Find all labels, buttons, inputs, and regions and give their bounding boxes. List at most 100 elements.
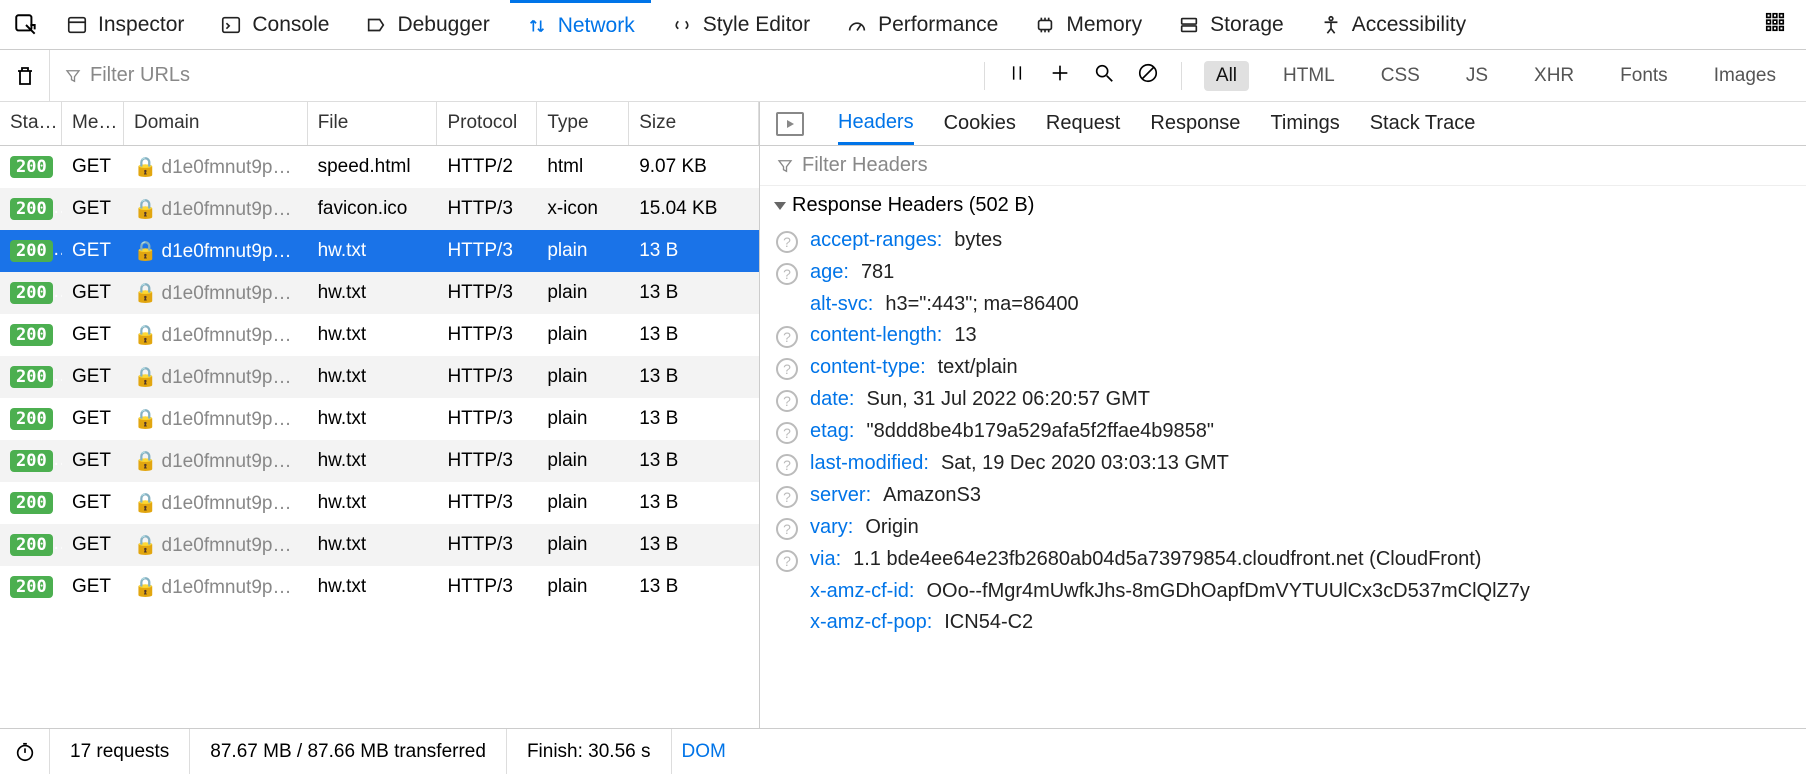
- performance-analysis-button[interactable]: [0, 729, 50, 774]
- lock-icon: 🔒: [134, 535, 158, 556]
- search-button[interactable]: [1093, 62, 1115, 89]
- request-row[interactable]: 200GET🔒d1e0fmnut9p…hw.txtHTTP/3plain13 B: [0, 398, 759, 440]
- col-type[interactable]: Type: [537, 102, 629, 145]
- col-status[interactable]: Sta…: [0, 102, 62, 145]
- cell-domain: 🔒d1e0fmnut9p…: [124, 155, 308, 179]
- details-tab-stack-trace[interactable]: Stack Trace: [1370, 102, 1476, 145]
- cell-domain: 🔒d1e0fmnut9p…: [124, 533, 308, 557]
- help-icon[interactable]: ?: [776, 518, 798, 540]
- filter-headers-placeholder: Filter Headers: [802, 154, 928, 177]
- more-tools-button[interactable]: [1750, 11, 1800, 38]
- header-value: ICN54-C2: [944, 611, 1033, 634]
- cell-type: plain: [537, 534, 629, 556]
- col-domain[interactable]: Domain: [124, 102, 308, 145]
- header-value: h3=":443"; ma=86400: [885, 293, 1078, 316]
- tab-label: Network: [558, 14, 635, 38]
- lock-icon: 🔒: [134, 451, 158, 472]
- tab-storage[interactable]: Storage: [1162, 0, 1300, 50]
- cell-type: plain: [537, 240, 629, 262]
- header-name: alt-svc:: [810, 293, 873, 316]
- help-icon[interactable]: ?: [776, 358, 798, 380]
- pause-button[interactable]: [1007, 63, 1027, 88]
- separator: [984, 62, 985, 90]
- request-row[interactable]: 200GET🔒d1e0fmnut9p…hw.txtHTTP/3plain13 B: [0, 524, 759, 566]
- tab-inspector[interactable]: Inspector: [50, 0, 200, 50]
- details-tab-cookies[interactable]: Cookies: [944, 102, 1016, 145]
- help-icon[interactable]: ?: [776, 486, 798, 508]
- cell-protocol: HTTP/3: [437, 282, 537, 304]
- cell-type: plain: [537, 408, 629, 430]
- tab-debugger[interactable]: Debugger: [349, 0, 505, 50]
- request-row[interactable]: 200GET🔒d1e0fmnut9p…favicon.icoHTTP/3x-ic…: [0, 188, 759, 230]
- header-name: accept-ranges:: [810, 229, 942, 252]
- col-file[interactable]: File: [308, 102, 438, 145]
- request-row[interactable]: 200GET🔒d1e0fmnut9p…hw.txtHTTP/3plain13 B: [0, 440, 759, 482]
- cell-file: hw.txt: [308, 282, 438, 304]
- help-icon[interactable]: ?: [776, 422, 798, 444]
- storage-icon: [1178, 14, 1200, 36]
- filter-urls-input[interactable]: Filter URLs: [50, 64, 966, 87]
- tab-memory[interactable]: Memory: [1018, 0, 1158, 50]
- col-size[interactable]: Size: [629, 102, 759, 145]
- request-row[interactable]: 200GET🔒d1e0fmnut9p…hw.txtHTTP/3plain13 B: [0, 314, 759, 356]
- filter-chip-fonts[interactable]: Fonts: [1608, 61, 1680, 91]
- lock-icon: 🔒: [134, 157, 158, 178]
- request-row[interactable]: 200GET🔒d1e0fmnut9p…hw.txtHTTP/3plain13 B: [0, 482, 759, 524]
- toggle-raw-button[interactable]: [776, 112, 804, 136]
- add-button[interactable]: [1049, 62, 1071, 89]
- accessibility-icon: [1320, 14, 1342, 36]
- tab-label: Debugger: [397, 13, 489, 37]
- lock-icon: 🔒: [134, 493, 158, 514]
- help-icon[interactable]: ?: [776, 263, 798, 285]
- col-protocol[interactable]: Protocol: [437, 102, 537, 145]
- funnel-icon: [776, 157, 794, 175]
- devtools-tab-bar: Inspector Console Debugger Network Style…: [0, 0, 1806, 50]
- cell-domain: 🔒d1e0fmnut9p…: [124, 491, 308, 515]
- element-picker-button[interactable]: [6, 12, 46, 38]
- cell-method: GET: [62, 240, 124, 262]
- tab-accessibility[interactable]: Accessibility: [1304, 0, 1482, 50]
- status-requests: 17 requests: [50, 729, 190, 774]
- tab-network[interactable]: Network: [510, 0, 651, 50]
- clear-button[interactable]: [0, 50, 50, 101]
- header-value: Sat, 19 Dec 2020 03:03:13 GMT: [941, 452, 1229, 475]
- status-bar: 17 requests 87.67 MB / 87.66 MB transfer…: [0, 728, 1806, 774]
- status-code: 200: [10, 492, 53, 514]
- status-code: 200: [10, 282, 53, 304]
- filter-chip-html[interactable]: HTML: [1271, 61, 1347, 91]
- toolbar-right: All HTML CSS JS XHR Fonts Images: [966, 61, 1806, 91]
- filter-chip-all[interactable]: All: [1204, 61, 1249, 91]
- request-row[interactable]: 200GET🔒d1e0fmnut9p…speed.htmlHTTP/2html9…: [0, 146, 759, 188]
- help-icon[interactable]: ?: [776, 454, 798, 476]
- details-tab-timings[interactable]: Timings: [1270, 102, 1339, 145]
- cell-method: GET: [62, 156, 124, 178]
- help-icon[interactable]: ?: [776, 231, 798, 253]
- header-row: ?vary: Origin: [776, 512, 1790, 544]
- filter-chip-images[interactable]: Images: [1702, 61, 1788, 91]
- status-transferred: 87.67 MB / 87.66 MB transferred: [190, 729, 507, 774]
- request-row[interactable]: 200GET🔒d1e0fmnut9p…hw.txtHTTP/3plain13 B: [0, 272, 759, 314]
- help-icon[interactable]: ?: [776, 326, 798, 348]
- help-icon[interactable]: ?: [776, 550, 798, 572]
- details-tab-headers[interactable]: Headers: [838, 102, 914, 145]
- request-row[interactable]: 200GET🔒d1e0fmnut9p…hw.txtHTTP/3plain13 B: [0, 230, 759, 272]
- tab-performance[interactable]: Performance: [830, 0, 1014, 50]
- cell-method: GET: [62, 282, 124, 304]
- filter-chip-css[interactable]: CSS: [1369, 61, 1432, 91]
- tab-style-editor[interactable]: Style Editor: [655, 0, 826, 50]
- request-row[interactable]: 200GET🔒d1e0fmnut9p…hw.txtHTTP/3plain13 B: [0, 566, 759, 608]
- details-tab-request[interactable]: Request: [1046, 102, 1121, 145]
- help-icon[interactable]: ?: [776, 390, 798, 412]
- request-list-panel: Sta… Me… Domain File Protocol Type Size …: [0, 102, 760, 728]
- request-row[interactable]: 200GET🔒d1e0fmnut9p…hw.txtHTTP/3plain13 B: [0, 356, 759, 398]
- col-method[interactable]: Me…: [62, 102, 124, 145]
- tab-console[interactable]: Console: [204, 0, 345, 50]
- block-button[interactable]: [1137, 62, 1159, 89]
- style-editor-icon: [671, 14, 693, 36]
- filter-chip-js[interactable]: JS: [1454, 61, 1500, 91]
- details-tab-response[interactable]: Response: [1150, 102, 1240, 145]
- filter-headers-input[interactable]: Filter Headers: [760, 146, 1806, 186]
- status-code: 200: [10, 576, 53, 598]
- response-headers-section[interactable]: Response Headers (502 B): [760, 186, 1806, 225]
- filter-chip-xhr[interactable]: XHR: [1522, 61, 1586, 91]
